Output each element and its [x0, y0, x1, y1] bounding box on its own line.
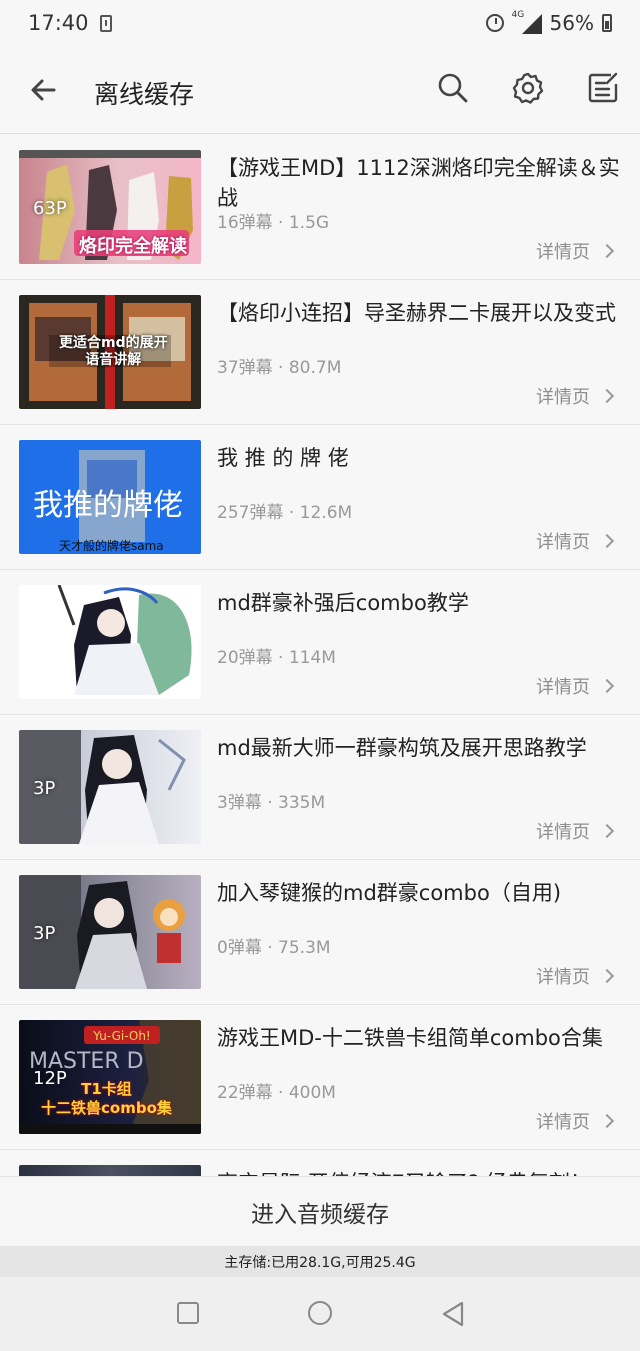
video-thumbnail[interactable]	[19, 1165, 201, 1176]
cache-list[interactable]: 63P 烙印完全解读 【游戏王MD】1112深渊烙印完全解读＆实战 16弹幕 ·…	[0, 135, 640, 1176]
item-title[interactable]: 【烙印小连招】导圣赫界二卡展开以及变式	[217, 298, 622, 328]
thumbnail-caption: T1卡组 十二铁兽combo集	[41, 1080, 172, 1117]
detail-link[interactable]: 详情页	[536, 963, 615, 989]
home-icon[interactable]	[308, 1301, 332, 1325]
app-bar: 离线缓存	[0, 48, 640, 134]
battery-percent: 56%	[549, 11, 594, 35]
recent-apps-icon[interactable]	[177, 1302, 199, 1324]
status-time: 17:40	[28, 11, 89, 35]
thumbnail-caption: 烙印完全解读	[79, 236, 187, 257]
list-item[interactable]: 高宝星际 开倍经济7又输了? 经典复刻！	[0, 1150, 640, 1176]
video-thumbnail[interactable]: 63P 烙印完全解读	[19, 150, 201, 264]
video-thumbnail[interactable]	[19, 585, 201, 699]
nav-back-icon[interactable]	[441, 1301, 465, 1327]
list-item[interactable]: Yu-Gi-Oh! MASTER D 12P T1卡组 十二铁兽combo集 游…	[0, 1005, 640, 1150]
thumbnail-caption: 我推的牌佬	[33, 488, 183, 523]
video-thumbnail[interactable]: 更适合md的展开 语音讲解	[19, 295, 201, 409]
chevron-right-icon	[599, 823, 615, 839]
status-bar: 17:40 4G 56%	[0, 0, 640, 48]
detail-label: 详情页	[536, 822, 590, 843]
parts-count: 3P	[33, 778, 56, 799]
item-title[interactable]: 我 推 的 牌 佬	[217, 443, 622, 473]
detail-link[interactable]: 详情页	[536, 383, 615, 409]
chevron-right-icon	[599, 388, 615, 404]
edit-icon[interactable]	[585, 70, 621, 106]
detail-link[interactable]: 详情页	[536, 238, 615, 264]
chevron-right-icon	[599, 533, 615, 549]
signal-icon: 4G	[512, 10, 542, 34]
video-thumbnail[interactable]: 我推的牌佬 天才般的牌佬sama	[19, 440, 201, 554]
detail-link[interactable]: 详情页	[536, 528, 615, 554]
chevron-right-icon	[599, 1113, 615, 1129]
item-title[interactable]: 加入琴键猴的md群豪combo（自用)	[217, 878, 622, 908]
chevron-right-icon	[599, 968, 615, 984]
list-item[interactable]: 63P 烙印完全解读 【游戏王MD】1112深渊烙印完全解读＆实战 16弹幕 ·…	[0, 135, 640, 280]
list-item[interactable]: 我推的牌佬 天才般的牌佬sama 我 推 的 牌 佬 257弹幕 · 12.6M…	[0, 425, 640, 570]
detail-label: 详情页	[536, 532, 590, 553]
list-item[interactable]: md群豪补强后combo教学 20弹幕 · 114M 详情页	[0, 570, 640, 715]
detail-label: 详情页	[536, 387, 590, 408]
item-title[interactable]: 高宝星际 开倍经济7又输了? 经典复刻！	[217, 1168, 622, 1176]
detail-label: 详情页	[536, 677, 590, 698]
gear-icon[interactable]	[510, 70, 546, 106]
back-arrow-icon[interactable]	[24, 70, 64, 110]
alarm-icon	[485, 14, 504, 32]
list-item[interactable]: 3P 加入琴键猴的md群豪combo（自用) 0弹幕 · 75.3M 详情页	[0, 860, 640, 1005]
download-icon	[100, 15, 112, 32]
page-title: 离线缓存	[94, 80, 195, 109]
item-meta: 257弹幕 · 12.6M	[217, 503, 353, 523]
chevron-right-icon	[599, 678, 615, 694]
item-title[interactable]: 【游戏王MD】1112深渊烙印完全解读＆实战	[217, 153, 622, 213]
item-meta: 3弹幕 · 335M	[217, 793, 326, 813]
parts-count: 63P	[33, 198, 67, 219]
detail-label: 详情页	[536, 1112, 590, 1133]
video-thumbnail[interactable]: Yu-Gi-Oh! MASTER D 12P T1卡组 十二铁兽combo集	[19, 1020, 201, 1134]
item-title[interactable]: md群豪补强后combo教学	[217, 588, 622, 618]
parts-count: 3P	[33, 923, 56, 944]
list-item[interactable]: 更适合md的展开 语音讲解 【烙印小连招】导圣赫界二卡展开以及变式 37弹幕 ·…	[0, 280, 640, 425]
list-item[interactable]: 3P md最新大师一群豪构筑及展开思路教学 3弹幕 · 335M 详情页	[0, 715, 640, 860]
audio-cache-button[interactable]: 进入音频缓存	[0, 1176, 640, 1246]
search-icon[interactable]	[435, 70, 471, 106]
system-nav-bar	[0, 1277, 640, 1351]
detail-label: 详情页	[536, 967, 590, 988]
battery-icon	[602, 14, 612, 32]
detail-label: 详情页	[536, 242, 590, 263]
item-meta: 37弹幕 · 80.7M	[217, 358, 342, 378]
chevron-right-icon	[599, 243, 615, 259]
item-meta: 0弹幕 · 75.3M	[217, 938, 331, 958]
thumbnail-caption: 更适合md的展开 语音讲解	[59, 335, 168, 368]
video-thumbnail[interactable]: 3P	[19, 730, 201, 844]
video-thumbnail[interactable]: 3P	[19, 875, 201, 989]
item-title[interactable]: md最新大师一群豪构筑及展开思路教学	[217, 733, 622, 763]
item-title[interactable]: 游戏王MD-十二铁兽卡组简单combo合集	[217, 1023, 622, 1053]
item-meta: 22弹幕 · 400M	[217, 1083, 336, 1103]
thumbnail-subcaption: 天才般的牌佬sama	[59, 539, 164, 553]
storage-info: 主存储:已用28.1G,可用25.4G	[0, 1246, 640, 1277]
item-meta: 16弹幕 · 1.5G	[217, 213, 330, 233]
thumbnail-art	[57, 585, 192, 695]
svg-text:Yu-Gi-Oh!: Yu-Gi-Oh!	[92, 1029, 151, 1043]
detail-link[interactable]: 详情页	[536, 673, 615, 699]
detail-link[interactable]: 详情页	[536, 818, 615, 844]
detail-link[interactable]: 详情页	[536, 1108, 615, 1134]
item-meta: 20弹幕 · 114M	[217, 648, 336, 668]
status-indicators: 4G 56%	[485, 10, 612, 35]
